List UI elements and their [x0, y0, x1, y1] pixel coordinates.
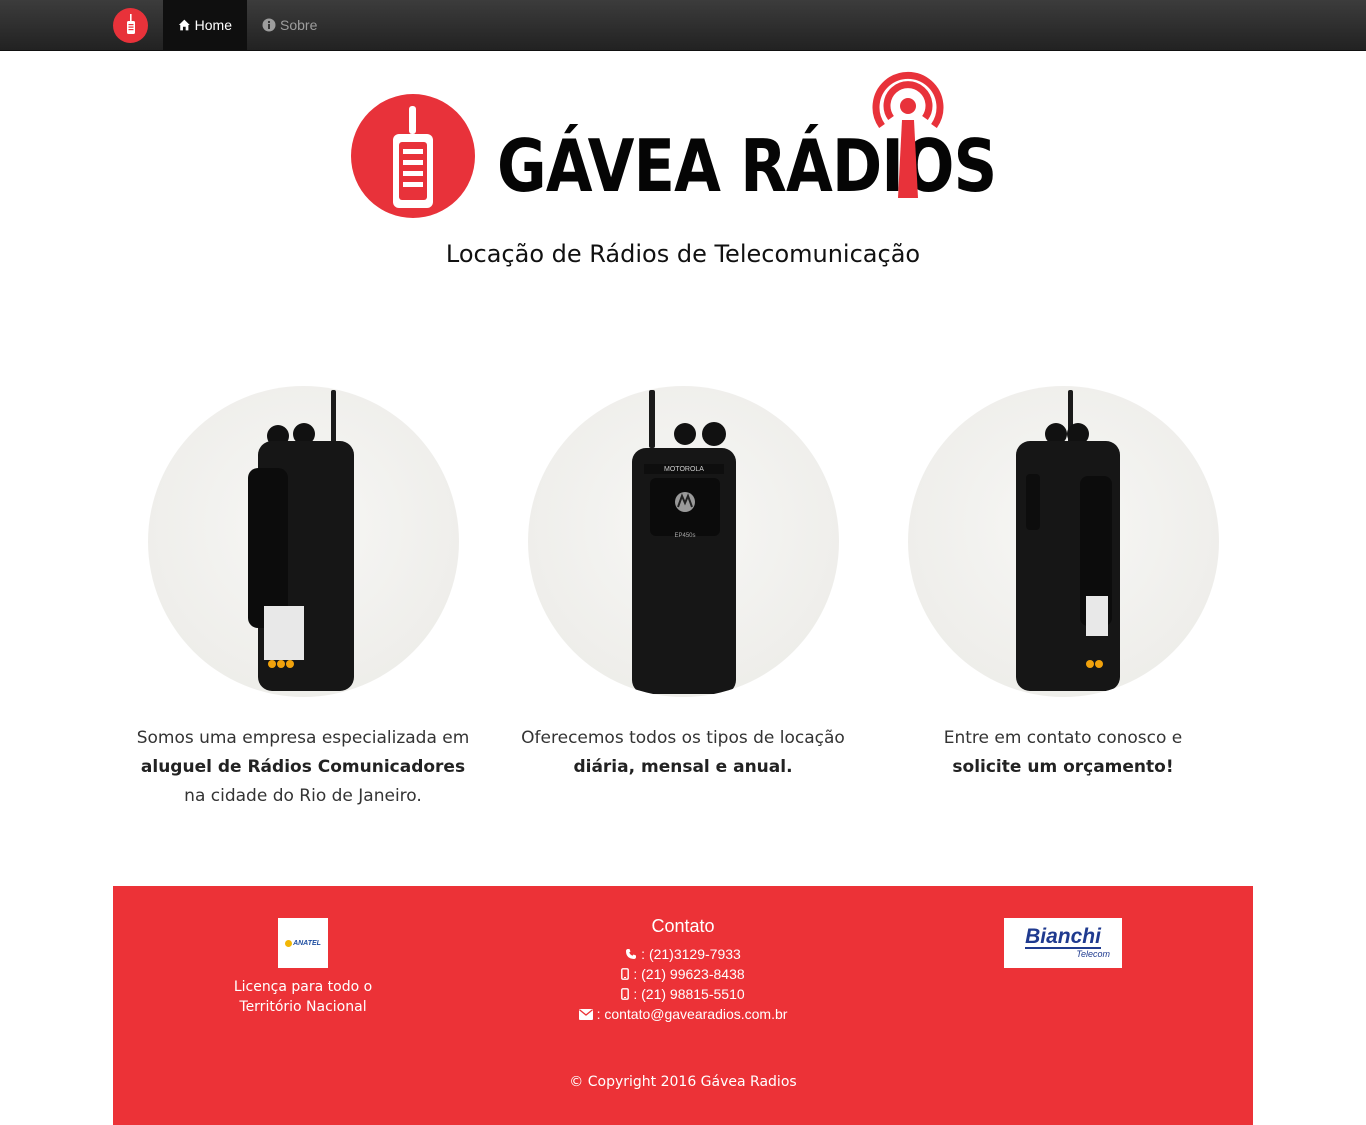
nav-item-sobre[interactable]: Sobre	[247, 0, 332, 50]
contact-mobile-1-text: : (21) 99623-8438	[633, 966, 745, 982]
contact-email: : contato@gavearadios.com.br	[533, 1004, 833, 1024]
nav-item-home[interactable]: Home	[163, 0, 247, 50]
top-navbar: Home Sobre	[0, 0, 1366, 51]
mobile-icon	[621, 988, 630, 1000]
phone-icon	[626, 949, 637, 959]
page-tagline: Locação de Rádios de Telecomunicação	[445, 240, 921, 268]
feature-3-highlight: solicite um orçamento!	[952, 757, 1174, 777]
feature-1-line1: Somos uma empresa especializada em	[136, 728, 470, 748]
feature-2-highlight: diária, mensal e anual.	[573, 757, 793, 777]
contact-phone-text: : (21)3129-7933	[641, 946, 741, 962]
feature-text-contact: Entre em contato conosco e solicite um o…	[873, 724, 1253, 782]
contact-email-link[interactable]: : contato@gavearadios.com.br	[597, 1004, 788, 1024]
nav-home-label: Home	[194, 17, 232, 33]
bianchi-logo-sub: Telecom	[1076, 949, 1110, 959]
envelope-icon	[578, 1008, 593, 1020]
feature-2-line1: Oferecemos todos os tipos de locação	[521, 728, 845, 748]
feature-3-line1: Entre em contato conosco e	[943, 728, 1183, 748]
contact-title: Contato	[651, 916, 715, 936]
bianchi-logo-name: Bianchi	[1025, 925, 1101, 949]
anatel-logo: ANATEL	[278, 918, 328, 968]
radio-photo-side	[908, 386, 1219, 697]
contact-mobile-1: : (21) 99623-8438	[533, 964, 833, 984]
license-text: Licença para todo o Território Nacional	[203, 977, 403, 1017]
license-line-1: Licença para todo o	[233, 979, 373, 995]
contact-list: : (21)3129-7933 : (21) 99623-8438 : (21)…	[533, 944, 833, 1024]
nav-sobre-label: Sobre	[280, 17, 318, 33]
radio-photo-back	[148, 386, 459, 697]
logo-radio-icon	[351, 94, 475, 218]
feature-text-company: Somos uma empresa especializada em alugu…	[113, 724, 493, 811]
info-icon	[262, 18, 276, 32]
contact-mobile-2: : (21) 98815-5510	[533, 984, 833, 1004]
contact-phone: : (21)3129-7933	[533, 944, 833, 964]
mobile-icon	[621, 968, 630, 980]
bianchi-telecom-logo[interactable]: Bianchi Telecom	[1004, 918, 1122, 968]
svg-text:MOTOROLA: MOTOROLA	[664, 466, 704, 473]
feature-1-highlight: aluguel de Rádios Comunicadores	[140, 757, 466, 777]
home-icon	[178, 19, 190, 31]
copyright-text: © Copyright 2016 Gávea Radios	[569, 1074, 797, 1090]
signal-waves-icon	[872, 71, 944, 198]
site-footer: ANATEL Licença para todo o Território Na…	[113, 886, 1253, 1125]
radio-photo-front: MOTOROLA EP450s	[528, 386, 839, 697]
license-line-2: Território Nacional	[239, 999, 367, 1015]
feature-text-rental: Oferecemos todos os tipos de locação diá…	[493, 724, 873, 782]
brand-logo-icon[interactable]	[113, 8, 148, 43]
anatel-logo-text: ANATEL	[293, 939, 321, 947]
contact-mobile-2-text: : (21) 98815-5510	[633, 986, 745, 1002]
anatel-dot-icon	[285, 939, 293, 947]
svg-text:EP450s: EP450s	[674, 533, 695, 539]
feature-1-line3: na cidade do Rio de Janeiro.	[184, 786, 422, 806]
